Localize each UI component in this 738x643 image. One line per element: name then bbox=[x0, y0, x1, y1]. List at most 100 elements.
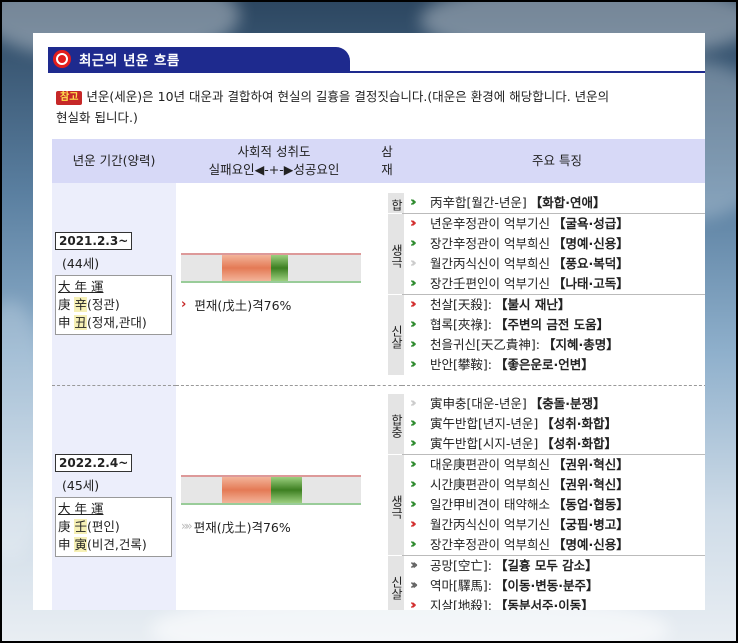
feature-text: 공망[空亡]: bbox=[430, 558, 492, 574]
feature-text: 장간辛정관이 억부희신 bbox=[430, 537, 550, 553]
feature-tag: 【명예·신용】 bbox=[552, 235, 629, 251]
feature-group-label-text: 합 bbox=[389, 198, 404, 211]
feature-item: ›› 지살[地殺]: 【동분서주·이동】 bbox=[410, 596, 598, 610]
feature-item: ›› 丙辛합[월간-년운] 【화합·연애】 bbox=[410, 193, 606, 213]
feature-tag: 【풍요·복덕】 bbox=[552, 255, 629, 271]
achievement-bar-wrap: »» 편재(戊土)격76% bbox=[176, 474, 372, 536]
feature-group-label: 합충 bbox=[388, 394, 404, 455]
red-chevron-icon: ›› bbox=[410, 215, 417, 231]
bar-empty-left bbox=[181, 476, 223, 503]
feature-tag: 【좋은운로·언변】 bbox=[494, 356, 594, 372]
note-text: 참고 년운(세운)은 10년 대운과 결합하여 현실의 길흉을 결정짓습니다.(대… bbox=[56, 86, 705, 128]
period-date[interactable]: 2021.2.3~ bbox=[55, 232, 133, 251]
feature-text: 寅午반합[년지-년운] bbox=[430, 416, 539, 432]
feature-text: 역마[驛馬]: bbox=[430, 578, 492, 594]
achievement-text: 편재(戊土)격76% bbox=[193, 519, 291, 535]
green-chevron-icon: ›› bbox=[410, 497, 417, 513]
feature-text: 월간丙식신이 억부기신 bbox=[430, 517, 550, 533]
bar-empty-left bbox=[181, 255, 223, 282]
feature-group: 생극 ›› 년운辛정관이 억부기신 【굴욕·성급】 ›› 장간辛정관이 억부희신 【명예·신… bbox=[388, 212, 705, 294]
feature-item: ›› 월간丙식신이 억부희신 【풍요·복덕】 bbox=[410, 254, 629, 274]
bar-fail-segment bbox=[222, 255, 271, 282]
green-chevron-icon: ›› bbox=[410, 235, 417, 251]
feature-tag: 【권위·혁신】 bbox=[552, 457, 629, 473]
feature-tag: 【이동·변동·분주】 bbox=[494, 578, 599, 594]
feature-item: ››› 역마[驛馬]: 【이동·변동·분주】 bbox=[410, 576, 598, 596]
green-chevron-icon: ›› bbox=[410, 457, 417, 473]
feature-text: 반안[攀鞍]: bbox=[430, 356, 492, 372]
feature-text: 월간丙식신이 억부희신 bbox=[430, 255, 550, 271]
feature-tag: 【동업·협동】 bbox=[552, 497, 629, 513]
feature-group: 신살 ››› 공망[空亡]: 【길흉 모두 감소】 ››› 역마[驛馬]: 【이동·변동·분… bbox=[388, 555, 705, 610]
header-features: 주요 특징 bbox=[402, 139, 705, 183]
bar-empty-right bbox=[288, 255, 361, 282]
feature-groups: 합 ›› 丙辛합[월간-년운] 【화합·연애】 생극 ›› 년운辛정관이 억부기신 【굴욕·성… bbox=[388, 192, 705, 375]
feature-group-label-text: 신살 bbox=[389, 324, 404, 349]
feature-item: ›› 일간甲비견이 태약해소 【동업·협동】 bbox=[410, 495, 629, 515]
header-achievement-scale: 실패요인◀-+-▶성공요인 bbox=[208, 162, 340, 177]
bar-success-segment bbox=[270, 476, 302, 503]
title-underline bbox=[48, 71, 705, 73]
header-period: 년운 기간(양력) bbox=[52, 139, 176, 183]
features-cell: 합충 ›› 寅申충[대운-년운] 【충돌·분쟁】 ›› 寅午반합[년지-년운] 【성취·화합… bbox=[388, 385, 705, 610]
pillar-line: 庚 壬(편인) bbox=[58, 518, 120, 534]
feature-text: 일간甲비견이 태약해소 bbox=[430, 497, 550, 513]
green-chevron-icon: ›› bbox=[410, 416, 417, 432]
header-achievement-title: 사회적 성취도 bbox=[237, 144, 311, 159]
feature-text: 협록[夾祿]: bbox=[430, 316, 492, 332]
feature-item: ›› 천살[天殺]: 【불시 재난】 bbox=[410, 295, 619, 315]
triple-chevron-icon: ››› bbox=[410, 558, 418, 574]
green-chevron-icon: ›› bbox=[410, 477, 417, 493]
feature-group-items: ›› 寅申충[대운-년운] 【충돌·분쟁】 ›› 寅午반합[년지-년운] 【성취·화합】 ›… bbox=[404, 394, 617, 454]
green-chevron-icon: ›› bbox=[410, 316, 417, 332]
pillar-line: 申 寅(비견,건록) bbox=[58, 536, 147, 552]
feature-tag: 【불시 재난】 bbox=[494, 296, 571, 312]
feature-tag: 【명예·신용】 bbox=[552, 537, 629, 553]
red-chevron-icon: ›› bbox=[410, 517, 417, 533]
chevron-right-icon: › bbox=[181, 297, 187, 313]
triple-chevron-icon: ››› bbox=[410, 578, 418, 594]
period-block: 2022.2.4~ (45세) 大 年 運庚 壬(편인) 申 寅(비견,건록) bbox=[52, 453, 176, 557]
table-row: 2021.2.3~ (44세) 大 年 運庚 辛(정관) 申 丑(정재,관대) › 편재(… bbox=[52, 183, 705, 386]
period-date[interactable]: 2022.2.4~ bbox=[55, 453, 133, 472]
feature-item: ››› 공망[空亡]: 【길흉 모두 감소】 bbox=[410, 556, 598, 576]
feature-text: 지살[地殺]: bbox=[430, 598, 492, 610]
bar-empty-right bbox=[301, 476, 361, 503]
table-header-row: 년운 기간(양력) 사회적 성취도 실패요인◀-+-▶성공요인 삼재 주요 특징 bbox=[52, 139, 705, 183]
feature-tag: 【성취·화합】 bbox=[541, 436, 618, 452]
period-cell: 2021.2.3~ (44세) 大 年 運庚 辛(정관) 申 丑(정재,관대) bbox=[52, 183, 176, 386]
red-chevron-icon: ›› bbox=[410, 296, 417, 312]
section-title: 최근의 년운 흐름 bbox=[79, 53, 180, 69]
pillar-header: 大 年 運 bbox=[58, 279, 104, 295]
feature-group-items: ›› 丙辛합[월간-년운] 【화합·연애】 bbox=[404, 193, 606, 213]
feature-text: 寅午반합[시지-년운] bbox=[430, 436, 539, 452]
green-chevron-icon: ›› bbox=[410, 537, 417, 553]
feature-text: 丙辛합[월간-년운] bbox=[430, 194, 527, 210]
feature-item: ›› 장간壬편인이 억부기신 【나태·고독】 bbox=[410, 274, 629, 294]
feature-item: ›› 협록[夾祿]: 【주변의 금전 도움】 bbox=[410, 315, 619, 335]
feature-text: 寅申충[대운-년운] bbox=[430, 396, 527, 412]
features-cell: 합 ›› 丙辛합[월간-년운] 【화합·연애】 생극 ›› 년운辛정관이 억부기신 【굴욕·성… bbox=[388, 183, 705, 386]
feature-group: 합충 ›› 寅申충[대운-년운] 【충돌·분쟁】 ›› 寅午반합[년지-년운] 【성취·화합… bbox=[388, 394, 705, 455]
feature-group-label-text: 생극 bbox=[389, 243, 404, 268]
feature-tag: 【길흉 모두 감소】 bbox=[494, 558, 598, 574]
feature-tag: 【화합·연애】 bbox=[529, 194, 606, 210]
feature-text: 장간壬편인이 억부기신 bbox=[430, 275, 550, 291]
pillar-line: 申 丑(정재,관대) bbox=[58, 315, 147, 331]
achievement-label: › 편재(戊土)격76% bbox=[181, 295, 372, 314]
green-chevron-icon: ›› bbox=[410, 194, 417, 210]
bar-success-segment bbox=[270, 255, 289, 282]
achievement-cell: »» 편재(戊土)격76% bbox=[176, 385, 372, 610]
pillar-line: 庚 辛(정관) bbox=[58, 297, 120, 313]
feature-group-label-text: 신살 bbox=[389, 576, 404, 601]
feature-tag: 【동분서주·이동】 bbox=[494, 598, 594, 610]
green-chevron-icon: ›› bbox=[410, 255, 417, 271]
feature-tag: 【주변의 금전 도움】 bbox=[494, 316, 610, 332]
feature-item: ›› 년운辛정관이 억부기신 【굴욕·성급】 bbox=[410, 214, 629, 234]
achievement-cell: › 편재(戊土)격76% bbox=[176, 183, 372, 386]
feature-group-items: ›› 대운庚편관이 억부희신 【권위·혁신】 ›› 시간庚편관이 억부희신 【권위·혁신】… bbox=[404, 455, 629, 555]
achievement-bar-wrap: › 편재(戊土)격76% bbox=[176, 253, 372, 314]
feature-tag: 【성취·화합】 bbox=[541, 416, 618, 432]
achievement-text: 편재(戊土)격76% bbox=[194, 298, 292, 314]
green-chevron-icon: ›› bbox=[410, 396, 417, 412]
